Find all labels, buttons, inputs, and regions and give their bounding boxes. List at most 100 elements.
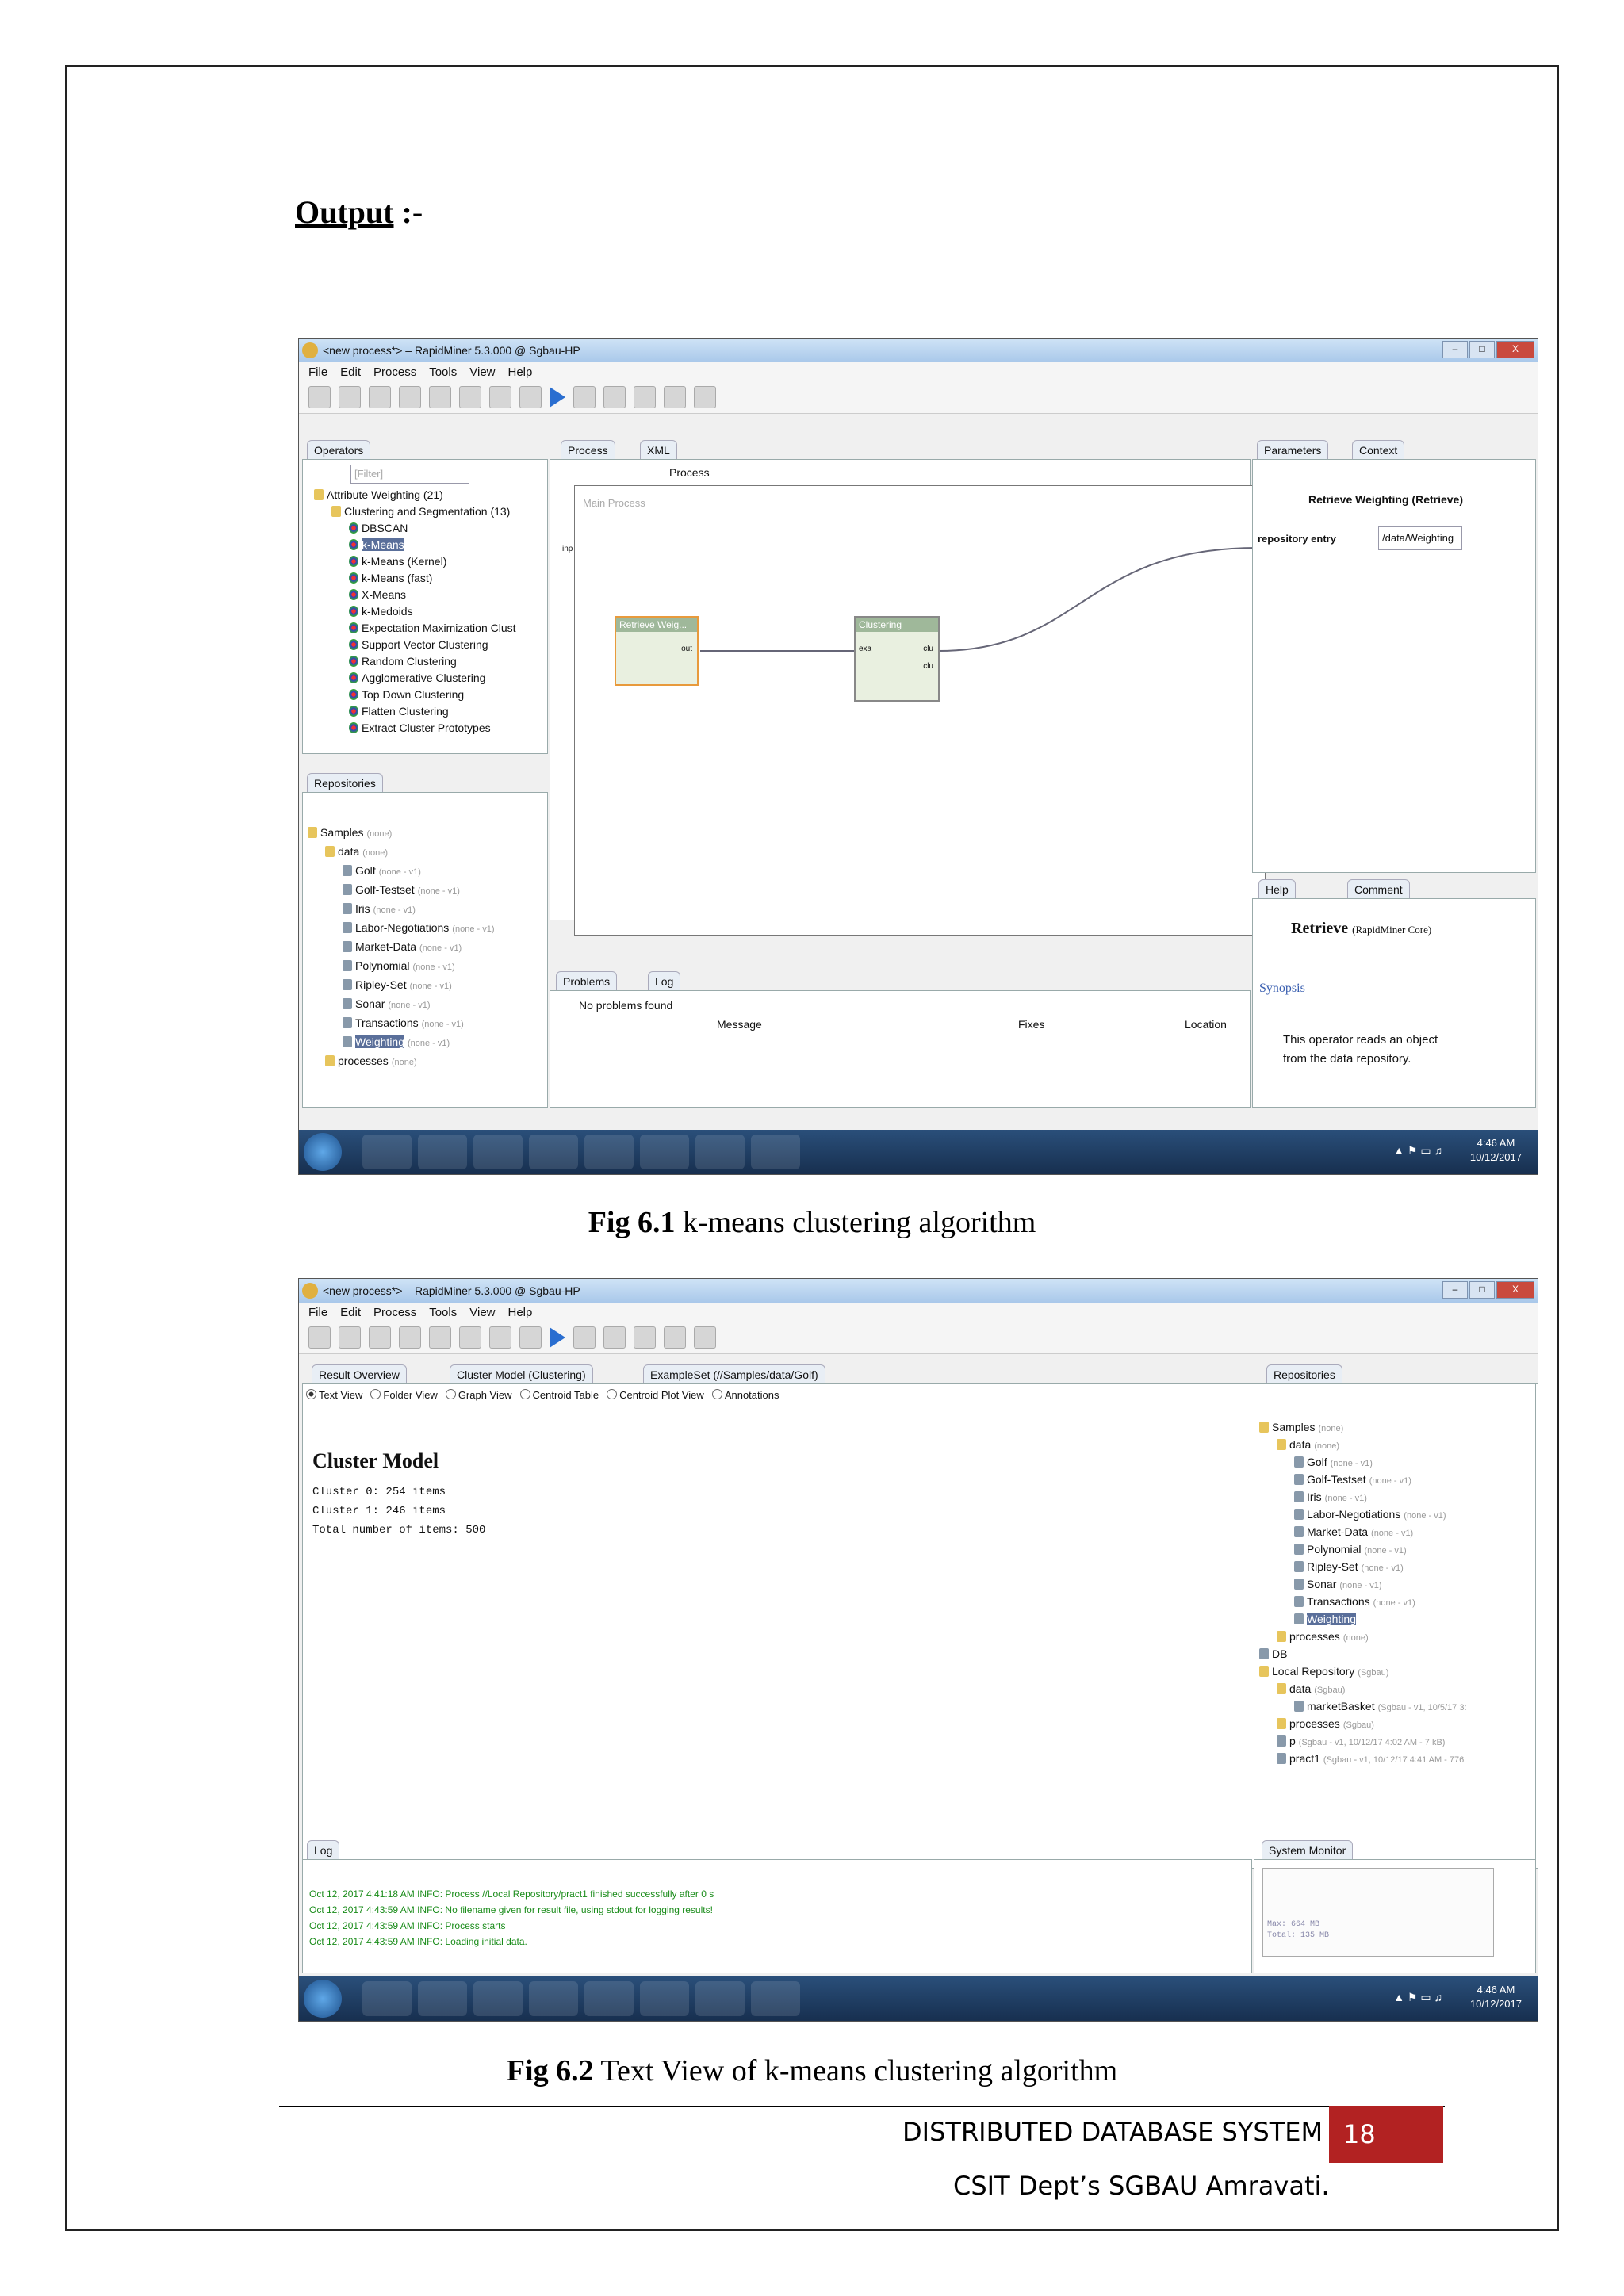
tree-item[interactable]: DBSCAN	[349, 522, 408, 534]
maximize-button[interactable]: □	[1469, 1281, 1495, 1299]
menu-tools[interactable]: Tools	[429, 1306, 457, 1319]
export-icon[interactable]	[429, 386, 451, 408]
tree-item[interactable]: Flatten Clustering	[349, 705, 449, 718]
tree-item[interactable]: Samples (none)	[1259, 1421, 1343, 1433]
repository-entry-field[interactable]: /data/Weighting	[1378, 526, 1462, 550]
info-icon[interactable]	[694, 386, 716, 408]
word-icon[interactable]	[695, 1135, 745, 1169]
tree-item[interactable]: Labor-Negotiations (none - v1)	[1294, 1508, 1446, 1521]
filter-input[interactable]: [Filter]	[350, 465, 469, 484]
design-perspective-icon[interactable]	[634, 386, 656, 408]
tree-item[interactable]: k-Means (fast)	[349, 572, 432, 584]
tree-item[interactable]: Labor-Negotiations (none - v1)	[343, 921, 495, 934]
menu-tools[interactable]: Tools	[429, 365, 457, 379]
tab-xml[interactable]: XML	[640, 440, 677, 460]
menu-file[interactable]: File	[308, 365, 327, 379]
open-icon[interactable]	[339, 386, 361, 408]
firefox-icon[interactable]	[529, 1981, 578, 2016]
tab-exampleset[interactable]: ExampleSet (//Samples/data/Golf)	[643, 1364, 825, 1384]
media-icon[interactable]	[473, 1981, 523, 2016]
menu-process[interactable]: Process	[373, 1306, 416, 1319]
tree-item[interactable]: Clustering and Segmentation (13)	[331, 505, 510, 518]
undo-icon[interactable]	[459, 1326, 481, 1349]
tree-item[interactable]: Sonar (none - v1)	[1294, 1578, 1382, 1590]
save-as-icon[interactable]	[399, 386, 421, 408]
minimize-button[interactable]: –	[1442, 1281, 1468, 1299]
view-annotations[interactable]: Annotations	[711, 1389, 779, 1401]
explorer-icon[interactable]	[418, 1981, 467, 2016]
tab-problems[interactable]: Problems	[556, 971, 618, 991]
menu-edit[interactable]: Edit	[340, 365, 361, 379]
tree-item[interactable]: Golf (none - v1)	[1294, 1456, 1373, 1468]
tree-item[interactable]: Market-Data (none - v1)	[343, 940, 462, 953]
tab-log[interactable]: Log	[648, 971, 681, 991]
rapidminer-taskbar-icon[interactable]	[751, 1135, 800, 1169]
open-icon[interactable]	[339, 1326, 361, 1349]
tree-item[interactable]: Weighting	[1294, 1613, 1357, 1625]
view-centroid-table[interactable]: Centroid Table	[519, 1389, 599, 1401]
tree-item[interactable]: processes (none)	[1277, 1630, 1369, 1643]
tree-item[interactable]: p (Sgbau - v1, 10/12/17 4:02 AM - 7 kB)	[1277, 1735, 1445, 1747]
result-perspective-icon[interactable]	[664, 1326, 686, 1349]
tree-item[interactable]: Random Clustering	[349, 655, 457, 668]
stop-icon[interactable]	[603, 1326, 626, 1349]
tree-item[interactable]: Support Vector Clustering	[349, 638, 488, 651]
tree-item[interactable]: Local Repository (Sgbau)	[1259, 1665, 1388, 1678]
tab-result-overview[interactable]: Result Overview	[312, 1364, 407, 1384]
app-icon[interactable]	[640, 1135, 689, 1169]
tab-process[interactable]: Process	[561, 440, 615, 460]
view-folder[interactable]: Folder View	[370, 1389, 438, 1401]
tree-item[interactable]: DB	[1259, 1647, 1287, 1660]
view-centroid-plot[interactable]: Centroid Plot View	[607, 1389, 704, 1401]
tree-item[interactable]: Ripley-Set (none - v1)	[1294, 1560, 1404, 1573]
minimize-button[interactable]: –	[1442, 341, 1468, 358]
start-icon[interactable]	[304, 1133, 342, 1171]
menu-help[interactable]: Help	[508, 365, 533, 379]
tab-repositories[interactable]: Repositories	[1266, 1364, 1342, 1384]
tree-item[interactable]: Attribute Weighting (21)	[314, 488, 443, 501]
tree-item[interactable]: marketBasket (Sgbau - v1, 10/5/17 3:	[1294, 1700, 1467, 1712]
view-text[interactable]: Text View	[306, 1389, 362, 1401]
design-perspective-icon[interactable]	[634, 1326, 656, 1349]
tree-item[interactable]: k-Medoids	[349, 605, 413, 618]
retrieve-operator[interactable]: Retrieve Weig... out	[615, 616, 699, 686]
chrome-icon[interactable]	[584, 1981, 634, 2016]
tree-item[interactable]: k-Means (Kernel)	[349, 555, 446, 568]
redo-icon[interactable]	[489, 386, 511, 408]
tab-log[interactable]: Log	[307, 1840, 340, 1860]
tree-item[interactable]: Expectation Maximization Clust	[349, 622, 516, 634]
tree-item[interactable]: Samples (none)	[308, 826, 392, 839]
tree-item[interactable]: Top Down Clustering	[349, 688, 464, 701]
save-icon[interactable]	[369, 1326, 391, 1349]
new-icon[interactable]	[308, 1326, 331, 1349]
menu-file[interactable]: File	[308, 1306, 327, 1319]
app-icon[interactable]	[640, 1981, 689, 2016]
tab-help[interactable]: Help	[1258, 879, 1296, 899]
firefox-icon[interactable]	[529, 1135, 578, 1169]
menu-view[interactable]: View	[469, 365, 495, 379]
validate-icon[interactable]	[519, 1326, 542, 1349]
maximize-button[interactable]: □	[1469, 341, 1495, 358]
ie-icon[interactable]	[362, 1981, 412, 2016]
tree-item[interactable]: Golf (none - v1)	[343, 864, 421, 877]
media-icon[interactable]	[473, 1135, 523, 1169]
explorer-icon[interactable]	[418, 1135, 467, 1169]
tree-item[interactable]: processes (Sgbau)	[1277, 1717, 1374, 1730]
tree-item[interactable]: Agglomerative Clustering	[349, 672, 485, 684]
redo-icon[interactable]	[489, 1326, 511, 1349]
tree-item[interactable]: data (none)	[1277, 1438, 1339, 1451]
clustering-operator[interactable]: Clustering exa clu clu	[854, 616, 940, 702]
tree-item[interactable]: Weighting (none - v1)	[343, 1035, 450, 1048]
tab-system-monitor[interactable]: System Monitor	[1262, 1840, 1354, 1860]
tree-item[interactable]: Golf-Testset (none - v1)	[343, 883, 460, 896]
run-icon[interactable]	[550, 387, 565, 408]
tab-comment[interactable]: Comment	[1347, 879, 1410, 899]
tab-repositories[interactable]: Repositories	[307, 773, 383, 793]
tab-parameters[interactable]: Parameters	[1257, 440, 1329, 460]
tree-item[interactable]: Polynomial (none - v1)	[1294, 1543, 1407, 1556]
rapidminer-taskbar-icon[interactable]	[751, 1981, 800, 2016]
save-as-icon[interactable]	[399, 1326, 421, 1349]
tree-item[interactable]: data (none)	[325, 845, 388, 858]
tree-item[interactable]: Sonar (none - v1)	[343, 997, 431, 1010]
menu-view[interactable]: View	[469, 1306, 495, 1319]
